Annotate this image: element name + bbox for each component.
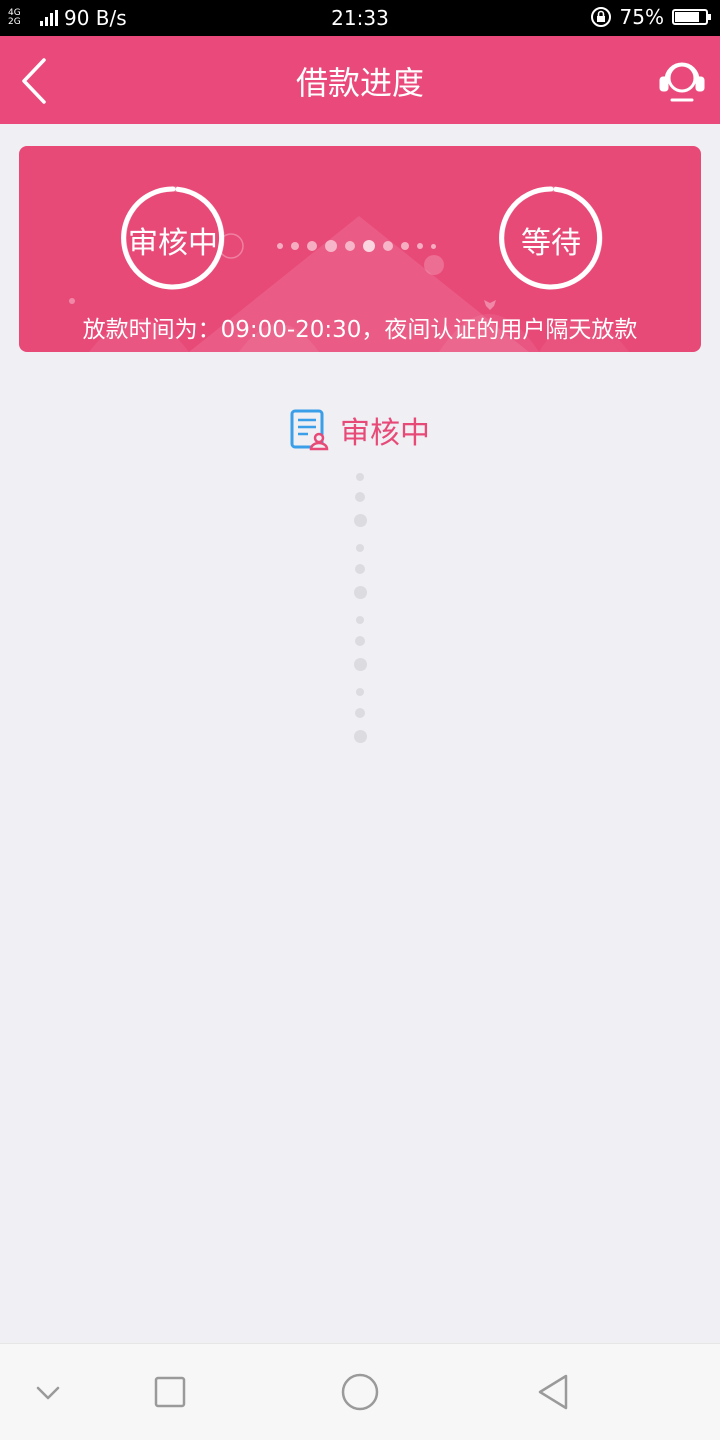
app-header: 借款进度 — [0, 36, 720, 124]
document-user-icon — [290, 409, 329, 451]
step-waiting: 等待 — [499, 186, 603, 290]
current-status: 审核中 — [0, 408, 720, 452]
step-review-label: 审核中 — [128, 226, 218, 261]
step-waiting-label: 等待 — [521, 226, 581, 261]
page-title: 借款进度 — [295, 64, 424, 102]
step-review: 审核中 — [121, 186, 225, 290]
progress-card: 审核中 等待 放款时间为：09:00-20:30，夜间认证的用户隔天放款 — [19, 146, 701, 352]
home-button[interactable] — [338, 1370, 382, 1414]
rotation-lock-icon — [590, 7, 611, 27]
chevron-down-icon[interactable] — [28, 1372, 68, 1412]
headset-icon — [659, 62, 705, 102]
payout-time-note: 放款时间为：09:00-20:30，夜间认证的用户隔天放款 — [82, 317, 638, 343]
status-label: 审核中 — [340, 416, 430, 451]
battery-icon — [672, 9, 711, 25]
system-nav-bar — [0, 1343, 720, 1440]
step-connector — [277, 240, 436, 252]
customer-service-button[interactable] — [658, 54, 706, 104]
recent-apps-button[interactable] — [150, 1372, 190, 1412]
back-nav-button[interactable] — [534, 1372, 574, 1412]
battery-percent: 75% — [619, 5, 664, 29]
status-bar: 4G 2G 90 B/s 21:33 75% — [0, 0, 720, 36]
